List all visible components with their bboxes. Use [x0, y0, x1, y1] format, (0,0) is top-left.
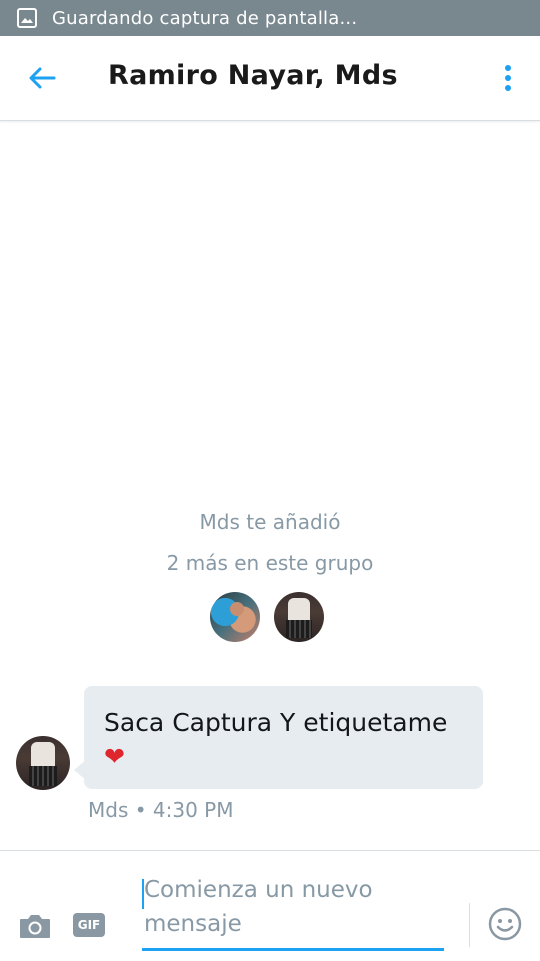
camera-button[interactable] — [18, 911, 52, 941]
status-bar: Guardando captura de pantalla... — [0, 0, 540, 36]
heart-emoji: ❤ — [104, 742, 125, 771]
gif-button[interactable]: GIF — [73, 913, 105, 937]
member-avatar[interactable] — [210, 592, 260, 642]
emoji-button[interactable] — [488, 907, 522, 941]
system-message-added: Mds te añadió — [199, 510, 341, 534]
composer-divider — [469, 903, 470, 947]
message-composer: GIF Comienza un nuevo mensaje — [0, 850, 540, 961]
conversation-header: Ramiro Nayar, Mds — [0, 36, 540, 121]
message-input[interactable]: Comienza un nuevo mensaje — [142, 871, 444, 951]
message-input-placeholder: Comienza un nuevo mensaje — [144, 877, 373, 937]
back-button[interactable] — [24, 62, 60, 94]
more-options-button[interactable] — [498, 62, 518, 94]
sender-avatar[interactable] — [16, 736, 70, 790]
arrow-left-icon — [29, 67, 56, 89]
image-icon — [16, 7, 38, 29]
camera-icon — [20, 915, 50, 938]
more-vertical-icon — [505, 65, 511, 71]
message-text: Saca Captura Y etiquetame — [104, 708, 448, 737]
smiley-icon — [488, 907, 522, 941]
status-notification-text: Guardando captura de pantalla... — [52, 7, 358, 29]
conversation-title: Ramiro Nayar, Mds — [108, 60, 398, 91]
message-bubble[interactable]: Saca Captura Y etiquetame ❤ — [84, 686, 483, 789]
member-avatar[interactable] — [274, 592, 324, 642]
message-meta: Mds • 4:30 PM — [88, 798, 234, 822]
group-members — [210, 592, 324, 642]
system-message-group-count: 2 más en este grupo — [166, 551, 374, 575]
